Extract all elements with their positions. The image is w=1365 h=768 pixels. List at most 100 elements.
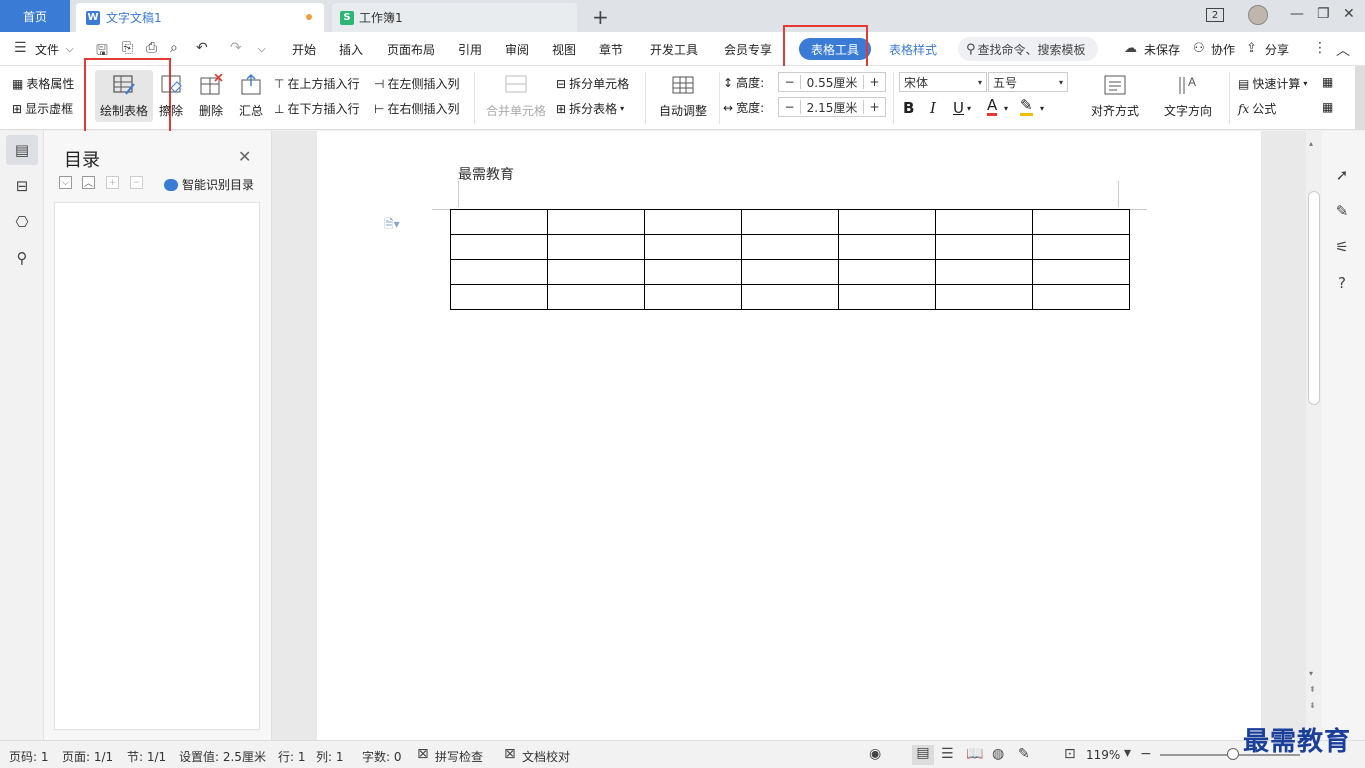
select-cursor-icon[interactable]: ➚: [1332, 165, 1352, 185]
table-cell[interactable]: [741, 259, 839, 285]
new-tab-button[interactable]: +: [592, 5, 609, 29]
user-avatar[interactable]: [1248, 5, 1268, 25]
quick-access-more-icon[interactable]: ⌵: [258, 44, 266, 55]
window-count-badge[interactable]: 2: [1206, 8, 1224, 22]
unsaved-status[interactable]: 未保存: [1144, 41, 1180, 58]
table-cell[interactable]: [547, 234, 645, 260]
tab-table-style[interactable]: 表格样式: [889, 41, 937, 58]
pen-icon[interactable]: ✎: [1332, 201, 1352, 221]
table-cell[interactable]: [838, 234, 936, 260]
help-icon[interactable]: ?: [1332, 273, 1352, 293]
chevron-down-icon[interactable]: ▾: [1124, 745, 1131, 761]
undo-icon[interactable]: ↶: [196, 40, 208, 56]
table-cell[interactable]: [644, 234, 742, 260]
more-icon[interactable]: ⋮: [1313, 40, 1327, 56]
next-page-icon[interactable]: ⇟: [1309, 701, 1316, 710]
height-stepper[interactable]: − 0.55厘米 +: [778, 72, 886, 92]
table-cell[interactable]: [935, 234, 1033, 260]
table-cell[interactable]: [935, 284, 1033, 310]
table-cell[interactable]: [935, 209, 1033, 235]
hamburger-icon[interactable]: ☰: [14, 40, 27, 56]
document-table[interactable]: [450, 209, 1130, 310]
menu-references[interactable]: 引用: [458, 41, 482, 58]
vertical-scrollbar[interactable]: ▴ ▾ ⇞ ⇟: [1306, 131, 1322, 740]
page-header-text[interactable]: 最需教育: [458, 164, 514, 184]
redo-icon[interactable]: ↷: [230, 40, 242, 56]
ribbon-scroll-right[interactable]: [1355, 66, 1365, 130]
font-color-button[interactable]: A: [987, 98, 998, 116]
table-cell[interactable]: [1032, 259, 1130, 285]
status-page-number[interactable]: 页码: 1: [9, 748, 49, 765]
menu-insert[interactable]: 插入: [339, 41, 363, 58]
table-cell[interactable]: [450, 234, 548, 260]
restore-icon[interactable]: ❐: [1317, 6, 1330, 22]
chevron-down-icon[interactable]: ▾: [1004, 104, 1008, 113]
chevron-down-icon[interactable]: ⌵: [66, 44, 74, 55]
search-icon[interactable]: ⚲: [12, 248, 32, 268]
chevron-down-icon[interactable]: ▾: [967, 104, 971, 113]
status-setting[interactable]: 设置值: 2.5厘米: [179, 748, 266, 765]
table-cell[interactable]: [741, 209, 839, 235]
command-search[interactable]: ⚲ 查找命令、搜索模板: [958, 37, 1098, 61]
insert-row-below-button[interactable]: ⊥ 在下方插入行: [274, 100, 359, 117]
font-name-select[interactable]: 宋体 ▾: [899, 72, 987, 92]
table-cell[interactable]: [741, 284, 839, 310]
zoom-level[interactable]: 119%: [1086, 748, 1120, 762]
table-cell[interactable]: [838, 259, 936, 285]
delete-button[interactable]: 删除: [193, 74, 229, 119]
paragraph-options-icon[interactable]: 🗎▾: [384, 215, 400, 236]
table-properties-button[interactable]: ▦ 表格属性: [12, 75, 74, 92]
table-cell[interactable]: [547, 284, 645, 310]
table-cell[interactable]: [1032, 209, 1130, 235]
menu-membership[interactable]: 会员专享: [724, 41, 772, 58]
minimize-icon[interactable]: —: [1290, 6, 1304, 22]
width-decrease-button[interactable]: −: [779, 100, 801, 114]
tab-document[interactable]: W 文字文稿1: [76, 3, 324, 32]
auto-fit-button[interactable]: 自动调整: [654, 74, 712, 119]
width-stepper[interactable]: − 2.15厘米 +: [778, 97, 886, 117]
width-increase-button[interactable]: +: [863, 100, 885, 114]
zoom-slider-handle[interactable]: [1227, 748, 1239, 760]
tab-spreadsheet[interactable]: S 工作簿1: [332, 3, 577, 32]
expand-down-icon[interactable]: ⌵: [59, 176, 72, 189]
menu-view[interactable]: 视图: [552, 41, 576, 58]
menu-chapter[interactable]: 章节: [599, 41, 623, 58]
print-icon[interactable]: ⎙: [146, 40, 157, 56]
table-cell[interactable]: [644, 284, 742, 310]
eraser-button[interactable]: 擦除: [156, 74, 186, 119]
italic-button[interactable]: I: [930, 99, 936, 117]
ribbon-overflow-icon[interactable]: ▦: [1322, 75, 1333, 89]
menu-developer[interactable]: 开发工具: [650, 41, 698, 58]
width-value[interactable]: 2.15厘米: [801, 99, 863, 116]
table-cell[interactable]: [450, 209, 548, 235]
show-gridlines-button[interactable]: ⊞ 显示虚框: [12, 100, 73, 117]
table-cell[interactable]: [450, 284, 548, 310]
toc-icon[interactable]: ▤: [12, 140, 32, 160]
merge-cells-button[interactable]: 合并单元格: [486, 74, 546, 119]
font-size-select[interactable]: 五号 ▾: [988, 72, 1068, 92]
print-preview-icon[interactable]: ⌕: [170, 40, 178, 56]
fit-page-icon[interactable]: ⊡: [1064, 746, 1076, 762]
collaborate-button[interactable]: 协作: [1211, 41, 1235, 58]
menu-page-layout[interactable]: 页面布局: [387, 41, 435, 58]
adjust-sliders-icon[interactable]: ⚟: [1332, 237, 1352, 257]
height-decrease-button[interactable]: −: [779, 75, 801, 89]
table-cell[interactable]: [644, 259, 742, 285]
insert-col-left-button[interactable]: ⊣ 在左侧插入列: [374, 75, 459, 92]
status-pages[interactable]: 页面: 1/1: [62, 748, 113, 765]
formula-button[interactable]: fx 公式: [1238, 100, 1276, 117]
write-mode-icon[interactable]: ✎: [1018, 746, 1030, 762]
status-row[interactable]: 行: 1: [278, 748, 306, 765]
chevron-down-icon[interactable]: ▾: [1040, 104, 1044, 113]
table-cell[interactable]: [838, 284, 936, 310]
height-value[interactable]: 0.55厘米: [801, 74, 863, 91]
height-increase-button[interactable]: +: [863, 75, 885, 89]
chapter-nav-icon[interactable]: ⊟: [12, 176, 32, 196]
outline-view-icon[interactable]: ☰: [941, 746, 954, 762]
bookmark-icon[interactable]: ⎔: [12, 212, 32, 232]
status-word-count[interactable]: 字数: 0: [362, 748, 402, 765]
bold-button[interactable]: B: [903, 99, 914, 117]
spell-check-button[interactable]: 拼写检查: [435, 748, 483, 765]
proofread-button[interactable]: 文档校对: [522, 748, 570, 765]
table-cell[interactable]: [838, 209, 936, 235]
